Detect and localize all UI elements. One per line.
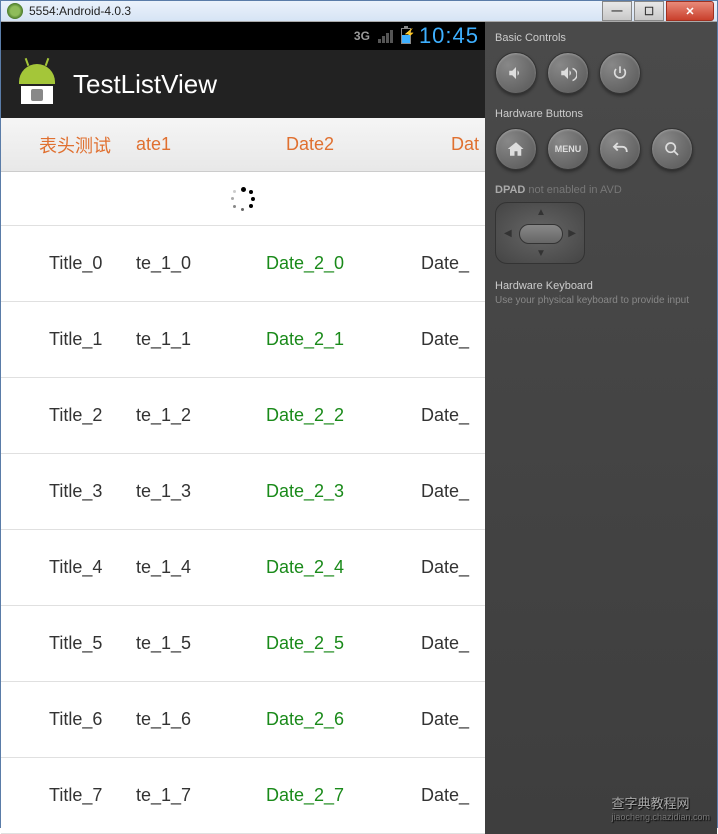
dpad-up-icon: ▲ bbox=[536, 207, 546, 218]
cell: Date_2_4 bbox=[266, 557, 421, 578]
signal-icon bbox=[378, 30, 393, 43]
watermark: 查字典教程网 jiaocheng.chazidian.com bbox=[611, 793, 710, 822]
cell: te_1_1 bbox=[136, 329, 266, 350]
cell: Title_4 bbox=[1, 557, 136, 578]
cell: Title_3 bbox=[1, 481, 136, 502]
cell: Date_2_1 bbox=[266, 329, 421, 350]
battery-icon: ⚡ bbox=[401, 28, 411, 44]
table-row[interactable]: Title_5te_1_5Date_2_5Date_ bbox=[1, 606, 485, 682]
power-button[interactable] bbox=[599, 52, 641, 94]
cell: te_1_3 bbox=[136, 481, 266, 502]
dpad-down-icon: ▼ bbox=[536, 248, 546, 259]
cell: Date_2_7 bbox=[266, 785, 421, 806]
home-button[interactable] bbox=[495, 128, 537, 170]
column-header: ate1 bbox=[136, 134, 266, 155]
cell: Title_6 bbox=[1, 709, 136, 730]
dpad-label: DPAD not enabled in AVD bbox=[495, 184, 707, 196]
cell: Date_ bbox=[421, 405, 485, 426]
close-button[interactable]: ✕ bbox=[666, 1, 714, 21]
clock: 10:45 bbox=[419, 23, 479, 49]
table-row[interactable]: Title_3te_1_3Date_2_3Date_ bbox=[1, 454, 485, 530]
cell: Date_ bbox=[421, 785, 485, 806]
table-row[interactable]: Title_7te_1_7Date_2_7Date_ bbox=[1, 758, 485, 834]
window-title: 5554:Android-4.0.3 bbox=[29, 4, 601, 18]
dpad-center-button[interactable] bbox=[519, 224, 563, 244]
section-title: Hardware Buttons bbox=[495, 108, 707, 120]
cell: te_1_4 bbox=[136, 557, 266, 578]
android-status-bar[interactable]: 3G ⚡ 10:45 bbox=[1, 22, 485, 50]
action-bar: TestListView bbox=[1, 50, 485, 118]
cell: Date_ bbox=[421, 329, 485, 350]
back-button[interactable] bbox=[599, 128, 641, 170]
hardware-keyboard-title: Hardware Keyboard bbox=[495, 280, 707, 292]
cell: te_1_6 bbox=[136, 709, 266, 730]
dpad-control[interactable]: ▲ ▼ ◀ ▶ bbox=[495, 202, 585, 264]
emulator-screen: 3G ⚡ 10:45 TestListView 表头测试 ate1 Date2 … bbox=[1, 22, 485, 834]
menu-button[interactable]: MENU bbox=[547, 128, 589, 170]
cell: Date_ bbox=[421, 557, 485, 578]
table-row[interactable]: Title_6te_1_6Date_2_6Date_ bbox=[1, 682, 485, 758]
cell: te_1_7 bbox=[136, 785, 266, 806]
cell: Title_2 bbox=[1, 405, 136, 426]
cell: Date_2_3 bbox=[266, 481, 421, 502]
maximize-button[interactable]: ☐ bbox=[634, 1, 664, 21]
volume-down-button[interactable] bbox=[495, 52, 537, 94]
app-title: TestListView bbox=[73, 69, 217, 100]
emulator-controls-panel: Basic Controls Hardware Buttons MENU bbox=[485, 22, 717, 834]
cell: Date_2_0 bbox=[266, 253, 421, 274]
cell: Date_2_5 bbox=[266, 633, 421, 654]
table-header-row: 表头测试 ate1 Date2 Dat bbox=[1, 118, 485, 172]
hardware-keyboard-text: Use your physical keyboard to provide in… bbox=[495, 294, 707, 307]
cell: Date_2_2 bbox=[266, 405, 421, 426]
cell: Date_ bbox=[421, 709, 485, 730]
volume-up-button[interactable] bbox=[547, 52, 589, 94]
cell: Date_ bbox=[421, 481, 485, 502]
cell: te_1_5 bbox=[136, 633, 266, 654]
dpad-left-icon: ◀ bbox=[504, 228, 512, 239]
network-indicator: 3G bbox=[354, 29, 370, 43]
table-row[interactable]: Title_1te_1_1Date_2_1Date_ bbox=[1, 302, 485, 378]
spinner-icon bbox=[231, 187, 255, 211]
table-row[interactable]: Title_0te_1_0Date_2_0Date_ bbox=[1, 226, 485, 302]
table-row[interactable]: Title_4te_1_4Date_2_4Date_ bbox=[1, 530, 485, 606]
cell: Date_2_6 bbox=[266, 709, 421, 730]
dpad-right-icon: ▶ bbox=[568, 228, 576, 239]
column-header: Dat bbox=[421, 134, 485, 155]
window-titlebar: 5554:Android-4.0.3 — ☐ ✕ bbox=[1, 1, 717, 22]
cell: Title_0 bbox=[1, 253, 136, 274]
table-row[interactable]: Title_2te_1_2Date_2_2Date_ bbox=[1, 378, 485, 454]
cell: te_1_2 bbox=[136, 405, 266, 426]
column-header: 表头测试 bbox=[1, 132, 136, 158]
search-button[interactable] bbox=[651, 128, 693, 170]
cell: Title_7 bbox=[1, 785, 136, 806]
loading-row bbox=[1, 172, 485, 226]
app-icon bbox=[17, 64, 57, 104]
app-window-icon bbox=[7, 3, 23, 19]
cell: Title_1 bbox=[1, 329, 136, 350]
cell: Date_ bbox=[421, 253, 485, 274]
section-title: Basic Controls bbox=[495, 32, 707, 44]
column-header: Date2 bbox=[266, 134, 421, 155]
cell: Date_ bbox=[421, 633, 485, 654]
cell: te_1_0 bbox=[136, 253, 266, 274]
list-view[interactable]: Title_0te_1_0Date_2_0Date_Title_1te_1_1D… bbox=[1, 226, 485, 834]
cell: Title_5 bbox=[1, 633, 136, 654]
minimize-button[interactable]: — bbox=[602, 1, 632, 21]
